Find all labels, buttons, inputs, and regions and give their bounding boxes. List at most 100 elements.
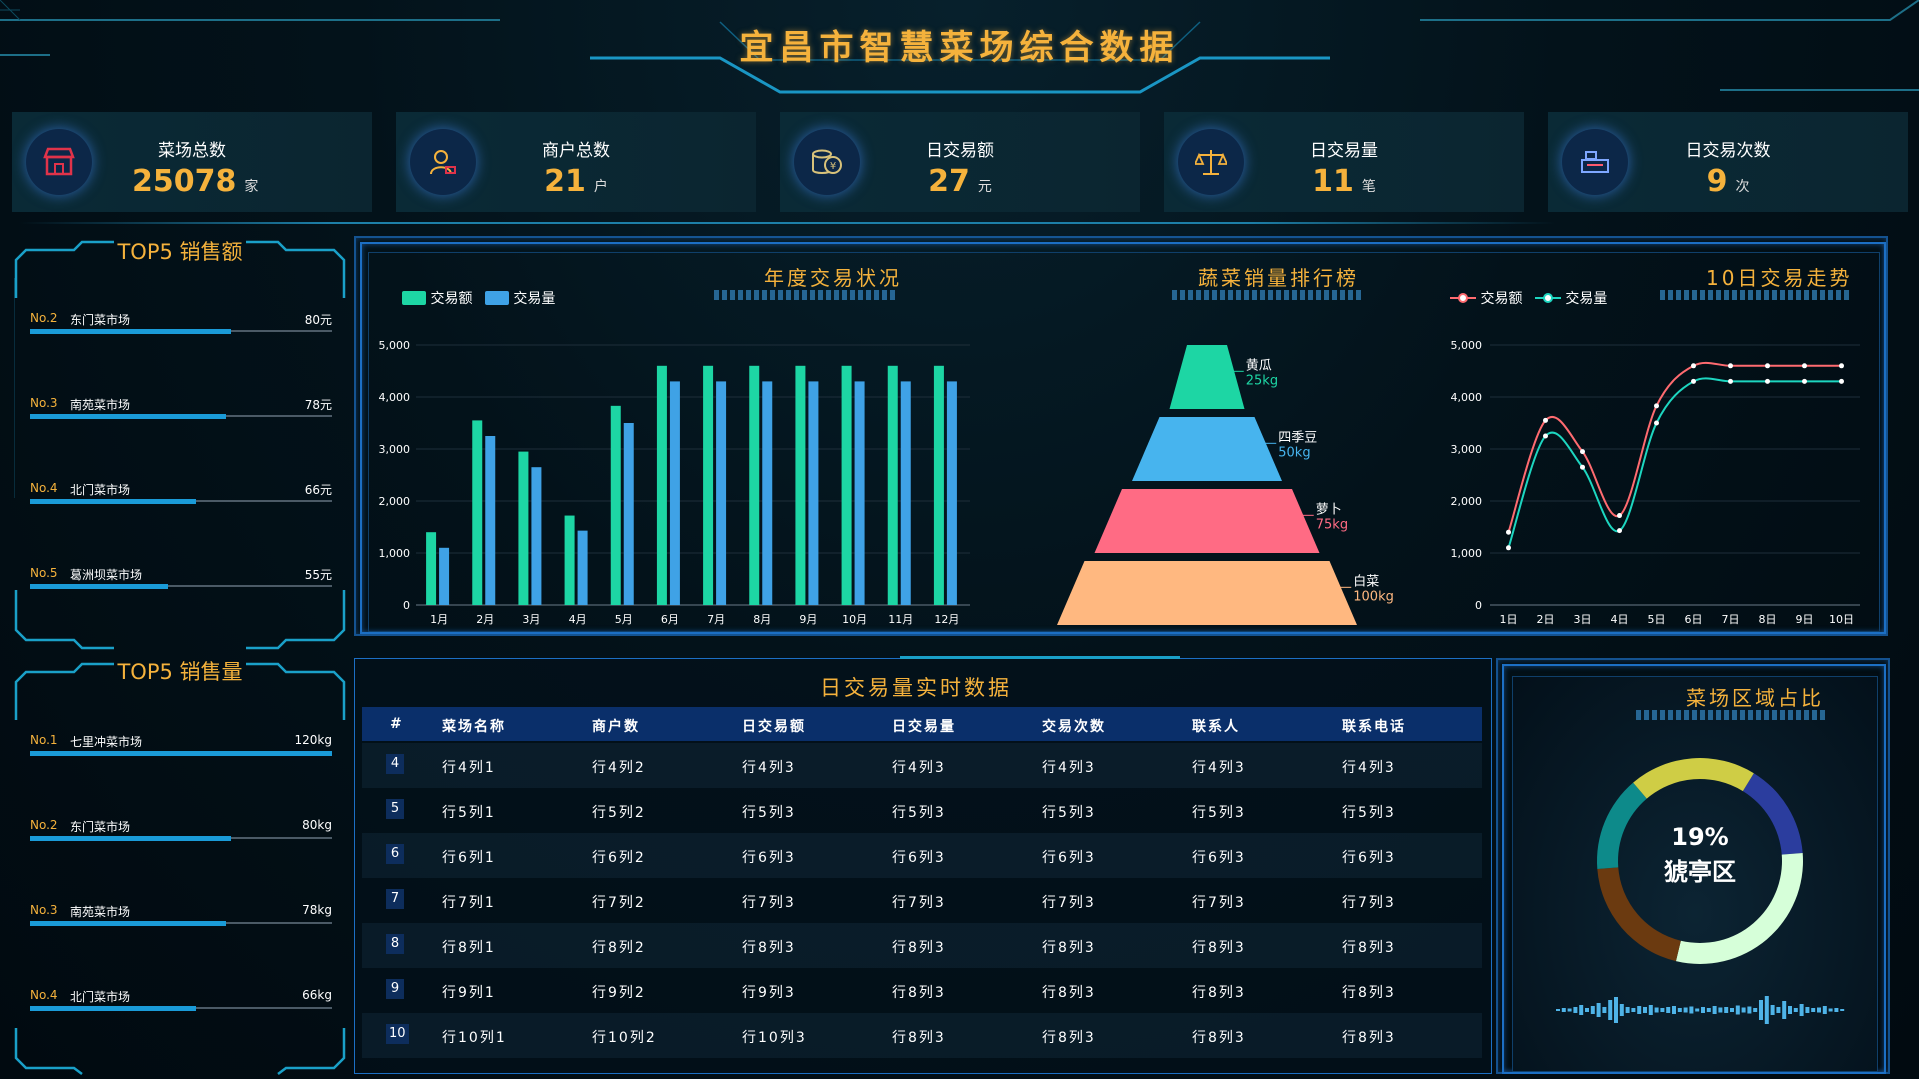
wave-bar (1677, 1008, 1682, 1012)
wave-bar (1631, 1008, 1636, 1012)
bar (426, 532, 437, 605)
rank-number: No.3 (30, 903, 58, 917)
wave-bar (1834, 1008, 1839, 1012)
wave-bar (1782, 1001, 1787, 1019)
data-point (1765, 363, 1770, 369)
table-row[interactable]: 6 行6列1 行6列2 行6列3 行6列3 行6列3 行6列3 行6列3 (362, 833, 1482, 878)
table-cell: 行9列1 (442, 985, 496, 1001)
wave-bar (1741, 1007, 1746, 1013)
waveform-decoration (1556, 996, 1845, 1024)
row-index-badge: 8 (386, 934, 404, 954)
rank-number: No.1 (30, 733, 58, 747)
legend-label: 交易额 (1480, 291, 1523, 307)
stat-value: 11 (1312, 164, 1354, 199)
bar (900, 381, 911, 605)
annual-bar-chart: 0 1,000 2,000 3,000 4,000 5,000 1月 2月 3月 4月 5月 6月 7月… (379, 339, 970, 626)
y-tick-label: 4,000 (1451, 391, 1483, 404)
wave-bar (1614, 997, 1618, 1023)
table-cell: 行10列1 (442, 1030, 507, 1046)
wave-bar (1654, 1007, 1659, 1013)
legend-swatch (1534, 293, 1561, 303)
table-cell: 行8列3 (1042, 1030, 1096, 1046)
wave-bar (1770, 1005, 1775, 1015)
table-cell: 行8列3 (1192, 985, 1246, 1001)
bar (472, 420, 483, 605)
x-tick-label: 6月 (661, 613, 679, 626)
data-point (1506, 529, 1511, 535)
y-tick-label: 2,000 (379, 495, 411, 508)
y-tick-label: 3,000 (1451, 443, 1483, 456)
table-cell: 行4列3 (1342, 760, 1396, 776)
market-name: 南苑菜市场 (70, 398, 131, 412)
table-header: # 菜场名称 商户数 日交易额 日交易量 交易次数 联系人 联系电话 (362, 707, 1482, 741)
table-cell: 行7列2 (592, 895, 646, 911)
funnel-value: 25kg (1246, 373, 1278, 388)
table-row[interactable]: 7 行7列1 行7列2 行7列3 行7列3 行7列3 行7列3 行7列3 (362, 878, 1482, 923)
table-cell: 行7列3 (1042, 895, 1096, 911)
table-cell: 行4列3 (1192, 760, 1246, 776)
wave-bar (1608, 1000, 1613, 1020)
stat-label: 日交易量 (1310, 141, 1378, 161)
legend-label: 交易量 (513, 291, 556, 307)
row-index-badge: 9 (386, 979, 404, 999)
bar (669, 381, 680, 605)
bar-legend: 交易额 交易量 (402, 288, 555, 308)
wave-bar (1567, 1008, 1572, 1012)
stat-unit: 元 (977, 179, 992, 195)
bar-fill (30, 414, 227, 419)
stat-card-markets: 菜场总数 25078 家 (12, 112, 372, 212)
wave-bar (1619, 1004, 1624, 1016)
x-tick-label: 7月 (707, 613, 725, 626)
y-tick-label: 0 (1475, 599, 1482, 612)
stat-value: 27 (928, 164, 970, 199)
wave-bar (1666, 1007, 1671, 1013)
wave-bar (1764, 996, 1769, 1024)
x-tick-label: 9日 (1796, 613, 1814, 626)
svg-text:¥: ¥ (830, 161, 836, 172)
rank-value: 80元 (304, 313, 332, 327)
bar (577, 530, 588, 605)
funnel-segment (1094, 489, 1320, 553)
vegetable-funnel-chart: 黄瓜25kg 四季豆50kg 萝卜75kg 白菜100kg (1057, 345, 1394, 625)
legend-swatch (484, 291, 509, 305)
data-point (1543, 417, 1548, 423)
funnel-segment (1057, 561, 1357, 625)
table-row[interactable]: 9 行9列1 行9列2 行9列3 行8列3 行8列3 行8列3 行8列3 (362, 968, 1482, 1013)
stat-label: 菜场总数 (158, 141, 226, 161)
table-row[interactable]: 10 行10列1 行10列2 行10列3 行8列3 行8列3 行8列3 行8列3 (362, 1013, 1482, 1058)
bar (933, 365, 944, 605)
row-index-badge: 7 (386, 889, 404, 909)
table-row[interactable]: 8 行8列1 行8列2 行8列3 行8列3 行8列3 行8列3 行8列3 (362, 923, 1482, 968)
table-cell: 行5列3 (742, 805, 796, 821)
funnel-name: 四季豆 (1278, 430, 1317, 445)
x-tick-label: 6日 (1685, 613, 1703, 626)
stat-card-count: 日交易次数 9次 (1548, 112, 1908, 212)
stat-card-amount: ¥ 日交易额 27 元 (780, 112, 1140, 212)
title-decoration (1636, 710, 1826, 720)
bar (564, 515, 575, 605)
bar-fill (30, 751, 332, 756)
table-cell: 行5列1 (442, 805, 496, 821)
wave-bar (1637, 1006, 1642, 1014)
register-icon (1562, 129, 1628, 195)
table-row[interactable]: 5 行5列1 行5列2 行5列3 行5列3 行5列3 行5列3 行5列3 (362, 788, 1482, 833)
column-header: 日交易额 (742, 719, 806, 735)
title-decoration (714, 290, 898, 300)
rank-number: No.4 (30, 481, 58, 495)
series-line (1507, 361, 1842, 533)
table-cell: 行6列3 (1042, 850, 1096, 866)
funnel-value: 75kg (1316, 517, 1348, 532)
market-name: 北门菜市场 (70, 990, 131, 1004)
table-row[interactable]: 4 行4列1 行4列2 行4列3 行4列3 行4列3 行4列3 行4列3 (362, 743, 1482, 788)
table-cell: 行8列3 (1342, 985, 1396, 1001)
title-decoration (1660, 290, 1850, 300)
series-line (1507, 377, 1842, 549)
wave-bar (1689, 1006, 1694, 1014)
table-panel-accent (900, 656, 1180, 659)
wave-bar (1793, 1008, 1798, 1012)
scale-icon (1178, 129, 1244, 195)
data-point (1802, 363, 1807, 369)
y-tick-label: 3,000 (379, 443, 411, 456)
y-tick-label: 2,000 (1451, 495, 1483, 508)
data-point (1654, 403, 1659, 409)
